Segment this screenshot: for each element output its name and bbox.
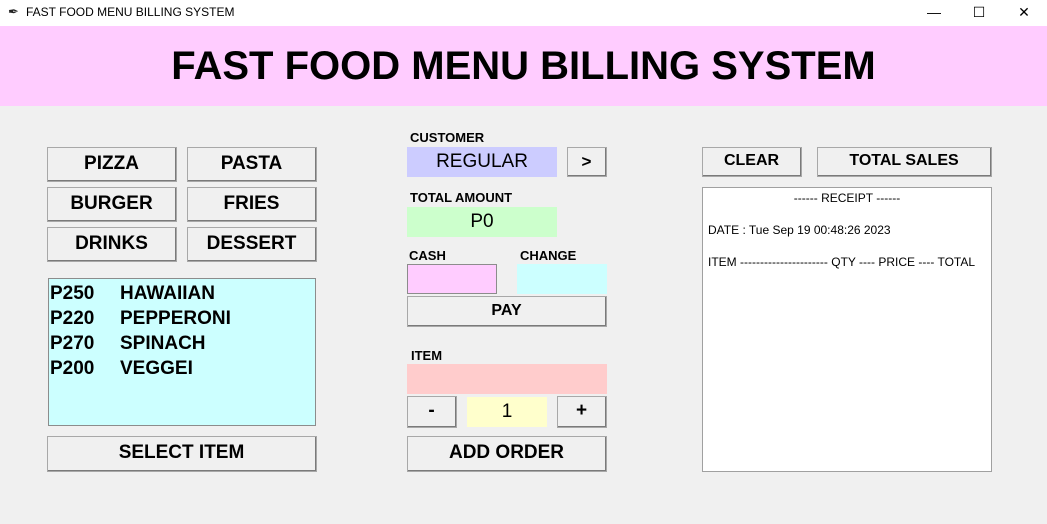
fries-button[interactable]: FRIES [187, 187, 317, 222]
pasta-button[interactable]: PASTA [187, 147, 317, 182]
maximize-button[interactable]: ☐ [956, 0, 1002, 26]
close-button[interactable]: ✕ [1001, 0, 1047, 26]
customer-type-field: REGULAR [407, 147, 557, 177]
item-price: P270 [50, 333, 95, 354]
cash-input[interactable] [407, 264, 497, 294]
pizza-button[interactable]: PIZZA [47, 147, 177, 182]
quantity-field: 1 [467, 397, 547, 427]
item-label: ITEM [411, 348, 443, 363]
cash-label: CASH [409, 248, 446, 263]
header-banner: FAST FOOD MENU BILLING SYSTEM [0, 26, 1047, 106]
increase-quantity-button[interactable]: + [557, 396, 607, 428]
total-amount-field: P0 [407, 207, 557, 237]
dessert-button[interactable]: DESSERT [187, 227, 317, 262]
burger-button[interactable]: BURGER [47, 187, 177, 222]
change-field [517, 264, 607, 294]
list-item[interactable]: P200 VEGGEI [50, 356, 315, 381]
total-amount-label: TOTAL AMOUNT [410, 190, 513, 205]
list-item[interactable]: P220 PEPPERONI [50, 306, 315, 331]
decrease-quantity-button[interactable]: - [407, 396, 457, 428]
list-item[interactable]: P250 HAWAIIAN [50, 281, 315, 306]
item-name: VEGGEI [120, 358, 193, 379]
item-price: P250 [50, 283, 95, 304]
clear-button[interactable]: CLEAR [702, 147, 802, 177]
window-titlebar: ✒ FAST FOOD MENU BILLING SYSTEM — ☐ ✕ [0, 0, 1047, 26]
minimize-button[interactable]: — [911, 0, 957, 26]
window-title: FAST FOOD MENU BILLING SYSTEM [26, 5, 235, 19]
menu-listbox[interactable]: P250 HAWAIIAN P220 PEPPERONI P270 SPINACH P… [48, 278, 316, 426]
drinks-button[interactable]: DRINKS [47, 227, 177, 262]
feather-icon: ✒ [8, 4, 19, 19]
receipt-header: ------ RECEIPT ------ [793, 191, 901, 205]
add-order-button[interactable]: ADD ORDER [407, 436, 607, 472]
item-name: HAWAIIAN [120, 283, 215, 304]
list-item[interactable]: P270 SPINACH [50, 331, 315, 356]
change-label: CHANGE [520, 248, 577, 263]
item-price: P200 [50, 358, 95, 379]
receipt-columns: ITEM ---------------------- QTY ---- PRI… [708, 255, 976, 269]
receipt-date: DATE : Tue Sep 19 00:48:26 2023 [708, 223, 891, 237]
item-name: SPINACH [120, 333, 206, 354]
total-sales-button[interactable]: TOTAL SALES [817, 147, 992, 177]
item-name: PEPPERONI [120, 308, 231, 329]
customer-label: CUSTOMER [410, 130, 485, 145]
receipt-panel[interactable]: ------ RECEIPT ------ DATE : Tue Sep 19 … [702, 187, 992, 472]
next-customer-button[interactable]: > [567, 147, 607, 177]
selected-item-field [407, 364, 607, 394]
page-title: FAST FOOD MENU BILLING SYSTEM [171, 44, 876, 88]
select-item-button[interactable]: SELECT ITEM [47, 436, 317, 472]
item-price: P220 [50, 308, 95, 329]
pay-button[interactable]: PAY [407, 296, 607, 327]
